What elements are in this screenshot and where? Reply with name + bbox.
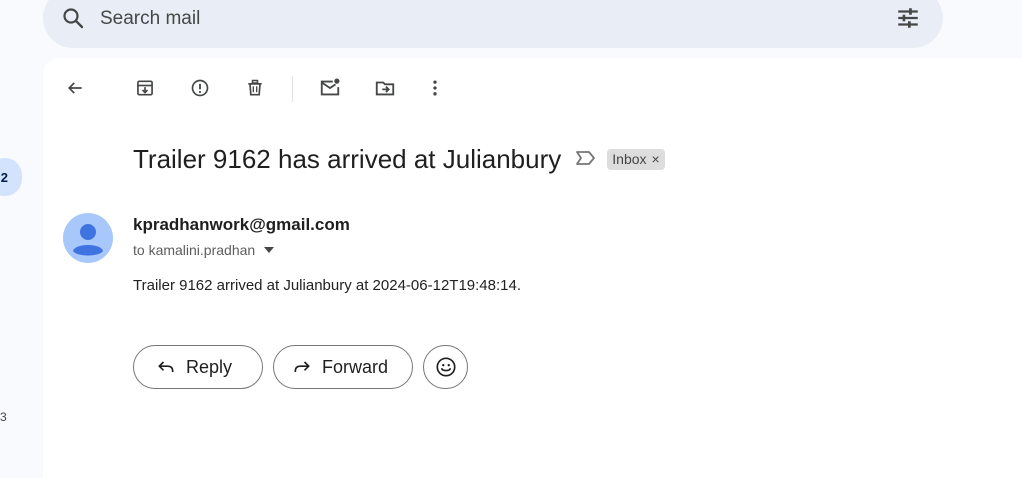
importance-marker-icon[interactable]: [575, 150, 597, 171]
avatar[interactable]: [63, 213, 113, 263]
sender-address: kpradhanwork@gmail.com: [133, 215, 350, 234]
delete-icon[interactable]: [243, 76, 267, 100]
nav-count: 3: [0, 410, 7, 424]
expand-caret-icon[interactable]: [263, 242, 275, 258]
reply-icon: [158, 361, 174, 372]
forward-button[interactable]: Forward: [273, 345, 413, 389]
recipient-text: to kamalini.pradhan: [133, 242, 256, 258]
inbox-label-chip[interactable]: Inbox ×: [607, 149, 665, 170]
mark-unread-icon[interactable]: [318, 76, 342, 100]
forward-label: Forward: [322, 356, 389, 377]
email-body: Trailer 9162 arrived at Julianbury at 20…: [133, 277, 522, 294]
subject-row: Trailer 9162 has arrived at Julianbury I…: [133, 144, 665, 175]
back-arrow-icon[interactable]: [63, 76, 87, 100]
forward-icon: [294, 361, 310, 372]
search-bar[interactable]: [43, 0, 943, 48]
toolbar-divider: [292, 76, 293, 102]
emoji-reaction-icon: [435, 357, 456, 377]
unread-count-badge[interactable]: 2: [0, 158, 22, 196]
inbox-label-text: Inbox: [612, 151, 647, 167]
search-input[interactable]: [98, 4, 862, 34]
emoji-reaction-button[interactable]: [423, 345, 468, 389]
reply-button[interactable]: Reply: [133, 345, 263, 389]
archive-icon[interactable]: [133, 76, 157, 100]
recipient-line: to kamalini.pradhan: [133, 242, 275, 258]
move-to-icon[interactable]: [373, 76, 397, 100]
report-spam-icon[interactable]: [188, 76, 212, 100]
more-options-icon[interactable]: [423, 76, 447, 100]
email-subject: Trailer 9162 has arrived at Julianbury: [133, 144, 562, 174]
filter-icon[interactable]: [895, 5, 921, 36]
message-view: Trailer 9162 has arrived at Julianbury I…: [43, 58, 1022, 478]
search-icon[interactable]: [61, 6, 85, 35]
remove-label-icon[interactable]: ×: [652, 151, 660, 167]
reply-label: Reply: [186, 356, 233, 377]
